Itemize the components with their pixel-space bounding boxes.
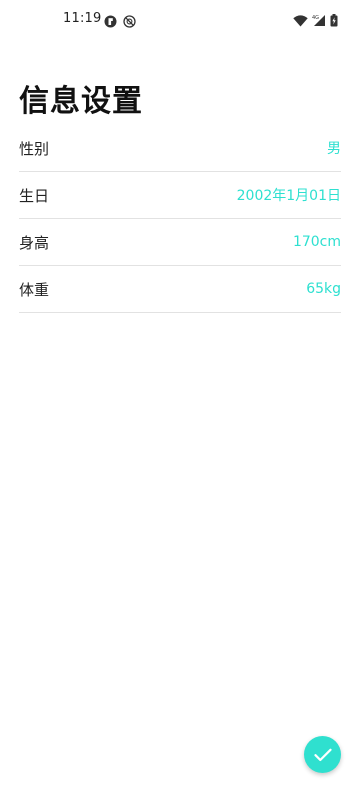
setting-row-gender[interactable]: 性别 男 [19,125,341,172]
setting-value: 2002年1月01日 [236,188,341,204]
setting-value: 65kg [306,281,341,297]
confirm-button[interactable] [304,736,341,773]
badge-icon [104,13,117,28]
no-tracking-icon [123,13,136,28]
setting-row-weight[interactable]: 体重 65kg [19,266,341,313]
svg-text:4G: 4G [312,15,319,21]
setting-label: 性别 [19,139,50,158]
battery-charging-icon [330,12,338,31]
setting-value: 170cm [292,234,341,250]
settings-list: 性别 男 生日 2002年1月01日 身高 170cm 体重 65kg [19,125,341,313]
setting-label: 身高 [19,233,50,252]
setting-label: 体重 [19,280,50,299]
setting-value: 男 [327,141,341,157]
signal-4g-icon: 4G [312,12,326,31]
status-bar: 11:19 4G [0,0,360,40]
page-title: 信息设置 [19,84,143,119]
setting-row-height[interactable]: 身高 170cm [19,219,341,266]
status-icons: 4G [293,12,338,31]
setting-row-birthday[interactable]: 生日 2002年1月01日 [19,172,341,219]
wifi-icon [293,12,308,31]
setting-label: 生日 [19,186,50,205]
status-time: 11:19 [63,11,102,26]
check-icon [313,748,332,762]
